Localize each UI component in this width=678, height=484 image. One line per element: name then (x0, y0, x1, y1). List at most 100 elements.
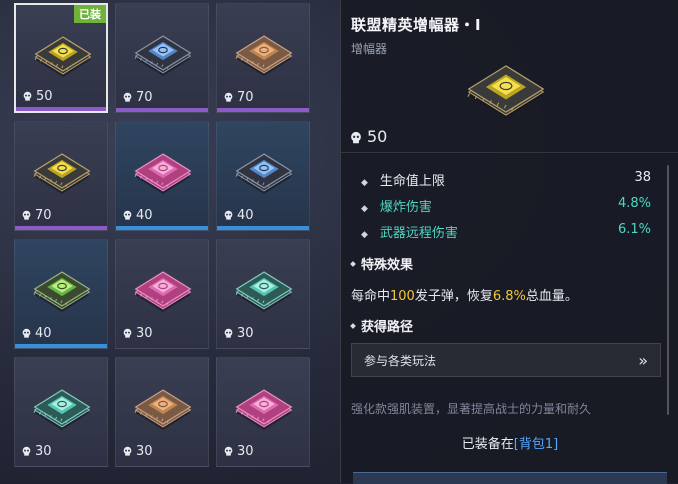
rarity-bar (217, 226, 309, 230)
cost-label: 70 (122, 90, 153, 105)
bullet-icon: ◆ (361, 230, 368, 240)
section-marker-icon (350, 260, 356, 267)
cost-label: 40 (122, 208, 153, 223)
cost-value: 70 (35, 208, 52, 223)
divider (341, 152, 678, 153)
inventory-card[interactable]: 70 (216, 3, 310, 113)
inventory-card[interactable]: 30 (14, 357, 108, 467)
rarity-bar (116, 462, 208, 466)
amplifier-chip-icon (33, 389, 91, 430)
section-marker-icon (350, 322, 356, 329)
action-button[interactable] (353, 472, 667, 484)
stat-value: 4.8% (617, 196, 651, 211)
cost-label: 30 (122, 326, 153, 341)
cost-value: 40 (136, 208, 153, 223)
cost-value: 70 (237, 90, 254, 105)
rarity-bar (217, 462, 309, 466)
effect-text: 每命中 (351, 289, 391, 304)
inventory-card[interactable]: 已装 50 (14, 3, 108, 113)
rarity-bar (217, 108, 309, 112)
amplifier-chip-icon (134, 35, 192, 76)
source-button[interactable]: 参与各类玩法 » (351, 343, 661, 377)
skull-icon (122, 446, 133, 457)
cost-label: 40 (223, 208, 254, 223)
cost-value: 40 (237, 208, 254, 223)
inventory-card[interactable]: 70 (14, 121, 108, 231)
stat-name: 生命值上限 (379, 174, 445, 189)
inventory-card[interactable]: 30 (216, 239, 310, 349)
item-detail-panel: 联盟精英增幅器・Ⅰ 增幅器 50 ◆ 生命值上限 38 ◆ 爆炸伤害 4.8% ◆ 武… (340, 0, 678, 484)
scrollbar[interactable] (667, 165, 669, 415)
rarity-bar (116, 226, 208, 230)
inventory-card[interactable]: 30 (115, 239, 209, 349)
cost-label: 30 (223, 326, 254, 341)
skull-icon (21, 210, 32, 221)
skull-icon (22, 91, 33, 102)
cost-label: 70 (223, 90, 254, 105)
amplifier-chip-icon (134, 389, 192, 430)
amplifier-chip-icon (235, 35, 293, 76)
inventory-grid: 已装 50 70 70 70 40 40 40 30 30 30 30 30 (14, 3, 314, 483)
inventory-card[interactable]: 30 (115, 357, 209, 467)
stat-row: ◆ 生命值上限 38 (361, 170, 651, 189)
effect-text: 总血量。 (525, 289, 578, 304)
cost-value: 40 (35, 326, 52, 341)
skull-icon (223, 328, 234, 339)
special-effect-text: 每命中100发子弹，恢复6.8%总血量。 (351, 285, 578, 304)
amplifier-chip-icon (235, 271, 293, 312)
inventory-card[interactable]: 40 (14, 239, 108, 349)
section-title: 特殊效果 (361, 258, 414, 273)
cost-label: 30 (122, 444, 153, 459)
inventory-card[interactable]: 40 (216, 121, 310, 231)
skull-icon (223, 92, 234, 103)
amplifier-chip-icon (33, 153, 91, 194)
cost-value: 50 (36, 89, 53, 104)
rarity-bar (15, 462, 107, 466)
cost-label: 40 (21, 326, 52, 341)
inventory-card[interactable]: 30 (216, 357, 310, 467)
item-type: 增幅器 (351, 42, 388, 56)
effect-number: 6.8% (492, 289, 526, 304)
cost-label: 30 (223, 444, 254, 459)
item-description: 强化款强肌装置，显著提高战士的力量和耐久 (351, 402, 592, 416)
skull-icon (122, 210, 133, 221)
section-title: 获得路径 (361, 320, 414, 335)
amplifier-chip-icon (134, 271, 192, 312)
skull-icon (21, 328, 32, 339)
stat-name: 爆炸伤害 (379, 200, 432, 215)
rarity-bar (16, 107, 106, 111)
cost-value: 70 (136, 90, 153, 105)
skull-icon (349, 130, 363, 144)
cost-value: 30 (136, 326, 153, 341)
cost-value: 30 (136, 444, 153, 459)
rarity-bar (15, 344, 107, 348)
rarity-bar (217, 344, 309, 348)
equipped-badge: 已装 (74, 5, 106, 23)
effect-number: 100 (390, 289, 415, 304)
equipped-prefix: 已装备在 (461, 437, 514, 452)
stat-row: ◆ 爆炸伤害 4.8% (361, 196, 651, 215)
cost-label: 70 (21, 208, 52, 223)
rarity-bar (116, 344, 208, 348)
amplifier-chip-icon (467, 65, 545, 119)
skull-icon (122, 92, 133, 103)
cost-value: 30 (35, 444, 52, 459)
item-title: 联盟精英增幅器・Ⅰ (351, 16, 482, 34)
rarity-bar (15, 226, 107, 230)
cost-value: 30 (237, 326, 254, 341)
skull-icon (21, 446, 32, 457)
stat-name: 武器远程伤害 (379, 226, 458, 241)
stat-value: 38 (634, 170, 651, 185)
double-chevron-right-icon: » (638, 350, 648, 370)
cost-label: 30 (21, 444, 52, 459)
inventory-card[interactable]: 40 (115, 121, 209, 231)
skull-icon (223, 446, 234, 457)
inventory-card[interactable]: 70 (115, 3, 209, 113)
cost-value: 30 (237, 444, 254, 459)
skull-icon (223, 210, 234, 221)
amplifier-chip-icon (34, 36, 92, 77)
amplifier-chip-icon (33, 271, 91, 312)
equipped-location-link[interactable]: [背包1] (514, 437, 558, 452)
skull-icon (122, 328, 133, 339)
amplifier-chip-icon (235, 389, 293, 430)
